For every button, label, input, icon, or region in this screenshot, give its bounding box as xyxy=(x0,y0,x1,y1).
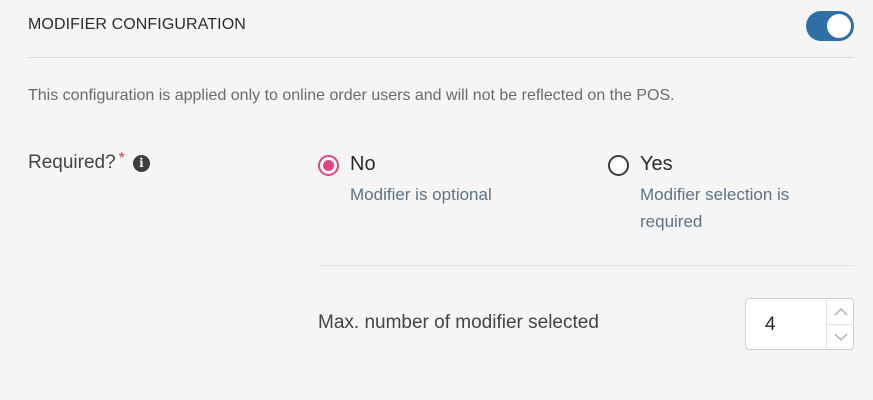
configuration-info-text: This configuration is applied only to on… xyxy=(28,87,675,104)
max-modifier-label: Max. number of modifier selected xyxy=(318,312,599,333)
required-star: * xyxy=(118,150,125,167)
modifier-configuration-toggle[interactable] xyxy=(806,11,854,41)
radio-selected-icon[interactable] xyxy=(318,155,339,176)
section-title: MODIFIER CONFIGURATION xyxy=(28,16,246,33)
radio-yes-description: Modifier selection is required xyxy=(640,185,790,231)
toggle-knob xyxy=(827,14,851,38)
stepper-value[interactable]: 4 xyxy=(765,314,776,336)
required-label: Required? * i xyxy=(28,150,150,174)
chevron-up-icon xyxy=(833,307,848,316)
modifier-configuration-panel: MODIFIER CONFIGURATION This configuratio… xyxy=(0,0,873,400)
stepper-increment-button[interactable] xyxy=(827,299,854,324)
radio-no-label: No xyxy=(350,153,376,175)
radio-no-description: Modifier is optional xyxy=(350,185,492,204)
options-divider xyxy=(318,265,854,266)
max-modifier-stepper[interactable]: 4 xyxy=(745,298,854,350)
stepper-decrement-button[interactable] xyxy=(827,325,854,350)
info-circle-icon[interactable]: i xyxy=(132,154,150,172)
chevron-down-icon xyxy=(833,333,848,342)
header-divider xyxy=(28,57,854,58)
radio-unselected-icon[interactable] xyxy=(608,155,629,176)
radio-yes-label: Yes xyxy=(640,153,673,175)
required-label-text: Required? xyxy=(28,152,116,173)
